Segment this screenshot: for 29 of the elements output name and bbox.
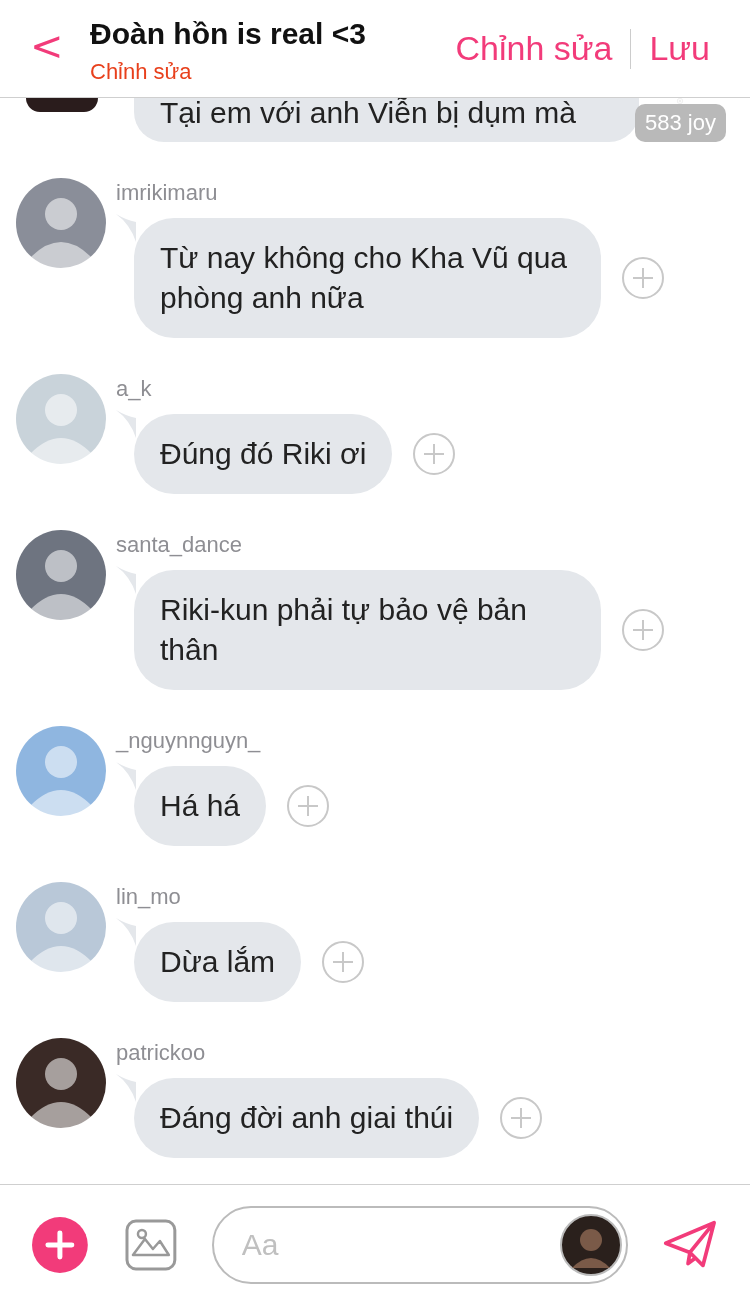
bubble-tail [116,410,136,438]
back-button[interactable]: < [30,22,90,69]
message-bubble: Dừa lắm [134,922,302,1002]
username: lin_mo [116,883,182,911]
bubble-tail [116,214,136,242]
message-bubble: Riki-kun phải tự bảo vệ bản thân [134,570,601,690]
username: imrikimaru [116,179,219,207]
image-icon[interactable] [124,1218,177,1271]
reaction-badge: 583 joy [635,104,726,142]
username: santa_dance [116,531,243,559]
bubble-tail [116,1074,136,1102]
message-bubble: Há há [134,766,267,846]
bubble-tail [116,566,136,594]
chat-title: Đoàn hồn is real <3 [90,16,367,51]
bubble-tail [116,918,136,946]
avatar [26,98,98,112]
bubble-tail [116,762,136,790]
header-action-button[interactable]: Lưu [631,29,728,68]
avatar [560,1213,623,1276]
message-bubble: Đáng đời anh giai thúi [134,1078,480,1158]
username: a_k [116,375,153,403]
chat-subtitle: Chỉnh sửa [90,58,193,85]
header-action-button[interactable]: Chỉnh sửa [437,29,631,68]
message-bubble: Đúng đó Riki ơi [134,414,393,494]
username: _nguynnguyn_ [116,727,262,755]
message-bubble: Từ nay không cho Kha Vũ qua phòng anh nữa [134,218,601,338]
add-icon[interactable] [32,1216,88,1273]
username: patrickoo [116,1039,207,1067]
message-input[interactable]: Aa [211,1205,629,1284]
